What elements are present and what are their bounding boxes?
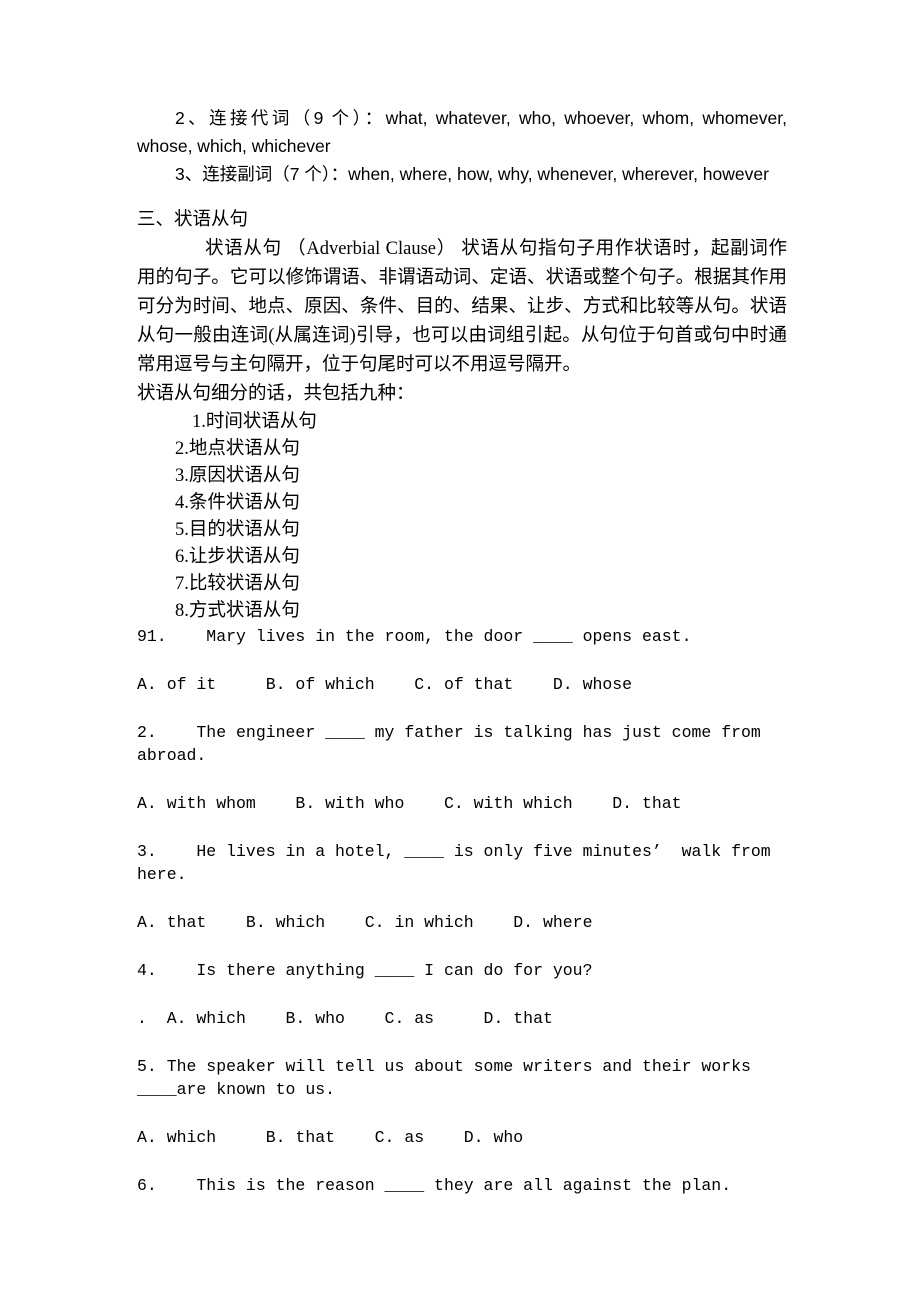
exercise-item: 6. This is the reason ____ they are all … (137, 1149, 787, 1197)
clause-type-list: 1.时间状语从句 2.地点状语从句 3.原因状语从句 4.条件状语从句 5.目的… (137, 409, 787, 625)
question-stem: 5. The speaker will tell us about some w… (137, 1057, 761, 1099)
question-options: A. which B. that C. as D. who (137, 1128, 524, 1147)
definition-paragraph: 状语从句 （Adverbial Clause） 状语从句指句子用作状语时，起副词… (137, 239, 787, 375)
connectives-section: 2、连接代词（9 个）：what, whatever, who, whoever… (137, 104, 787, 188)
list-item: 8.方式状语从句 (175, 601, 300, 621)
exercise-item: 91. Mary lives in the room, the door ___… (137, 625, 787, 696)
question-stem: 3. He lives in a hotel, ____ is only fiv… (137, 842, 781, 884)
exercise-item: 4. Is there anything ____ I can do for y… (137, 934, 787, 1030)
list-item: 5.目的状语从句 (175, 520, 300, 540)
question-options: A. of it B. of which C. of that D. whose (137, 675, 633, 694)
exercise-item: 2. The engineer ____ my father is talkin… (137, 696, 787, 815)
connective-adverbs-line: 3、连接副词（7 个）：when, where, how, why, whene… (175, 164, 769, 184)
connective-pronouns-line: 2、连接代词（9 个）：what, whatever, who, whoever… (137, 108, 787, 156)
question-options: . A. which B. who C. as D. that (137, 1009, 553, 1028)
question-stem: 4. Is there anything ____ I can do for y… (137, 961, 593, 980)
question-options: A. with whom B. with who C. with which D… (137, 794, 682, 813)
exercise-item: 3. He lives in a hotel, ____ is only fiv… (137, 815, 787, 934)
list-item: 6.让步状语从句 (175, 547, 300, 567)
question-options: A. that B. which C. in which D. where (137, 913, 593, 932)
clause-list-intro: 状语从句细分的话，共包括九种： (137, 384, 415, 404)
list-item: 3.原因状语从句 (175, 466, 300, 486)
definition-section: 状语从句 （Adverbial Clause） 状语从句指句子用作状语时，起副词… (137, 235, 787, 409)
exercise-item: 5. The speaker will tell us about some w… (137, 1030, 787, 1149)
question-stem: 6. This is the reason ____ they are all … (137, 1176, 732, 1195)
list-item: 7.比较状语从句 (175, 574, 300, 594)
document-page: 2、连接代词（9 个）：what, whatever, who, whoever… (137, 104, 787, 1197)
exercise-section: 91. Mary lives in the room, the door ___… (137, 625, 787, 1197)
section-heading-adverbial-clause: 三、状语从句 (137, 210, 249, 230)
list-item: 2.地点状语从句 (175, 439, 300, 459)
list-item: 4.条件状语从句 (175, 493, 300, 513)
question-stem: 91. Mary lives in the room, the door ___… (137, 627, 692, 646)
list-item: 1.时间状语从句 (192, 412, 317, 432)
question-stem: 2. The engineer ____ my father is talkin… (137, 723, 771, 765)
